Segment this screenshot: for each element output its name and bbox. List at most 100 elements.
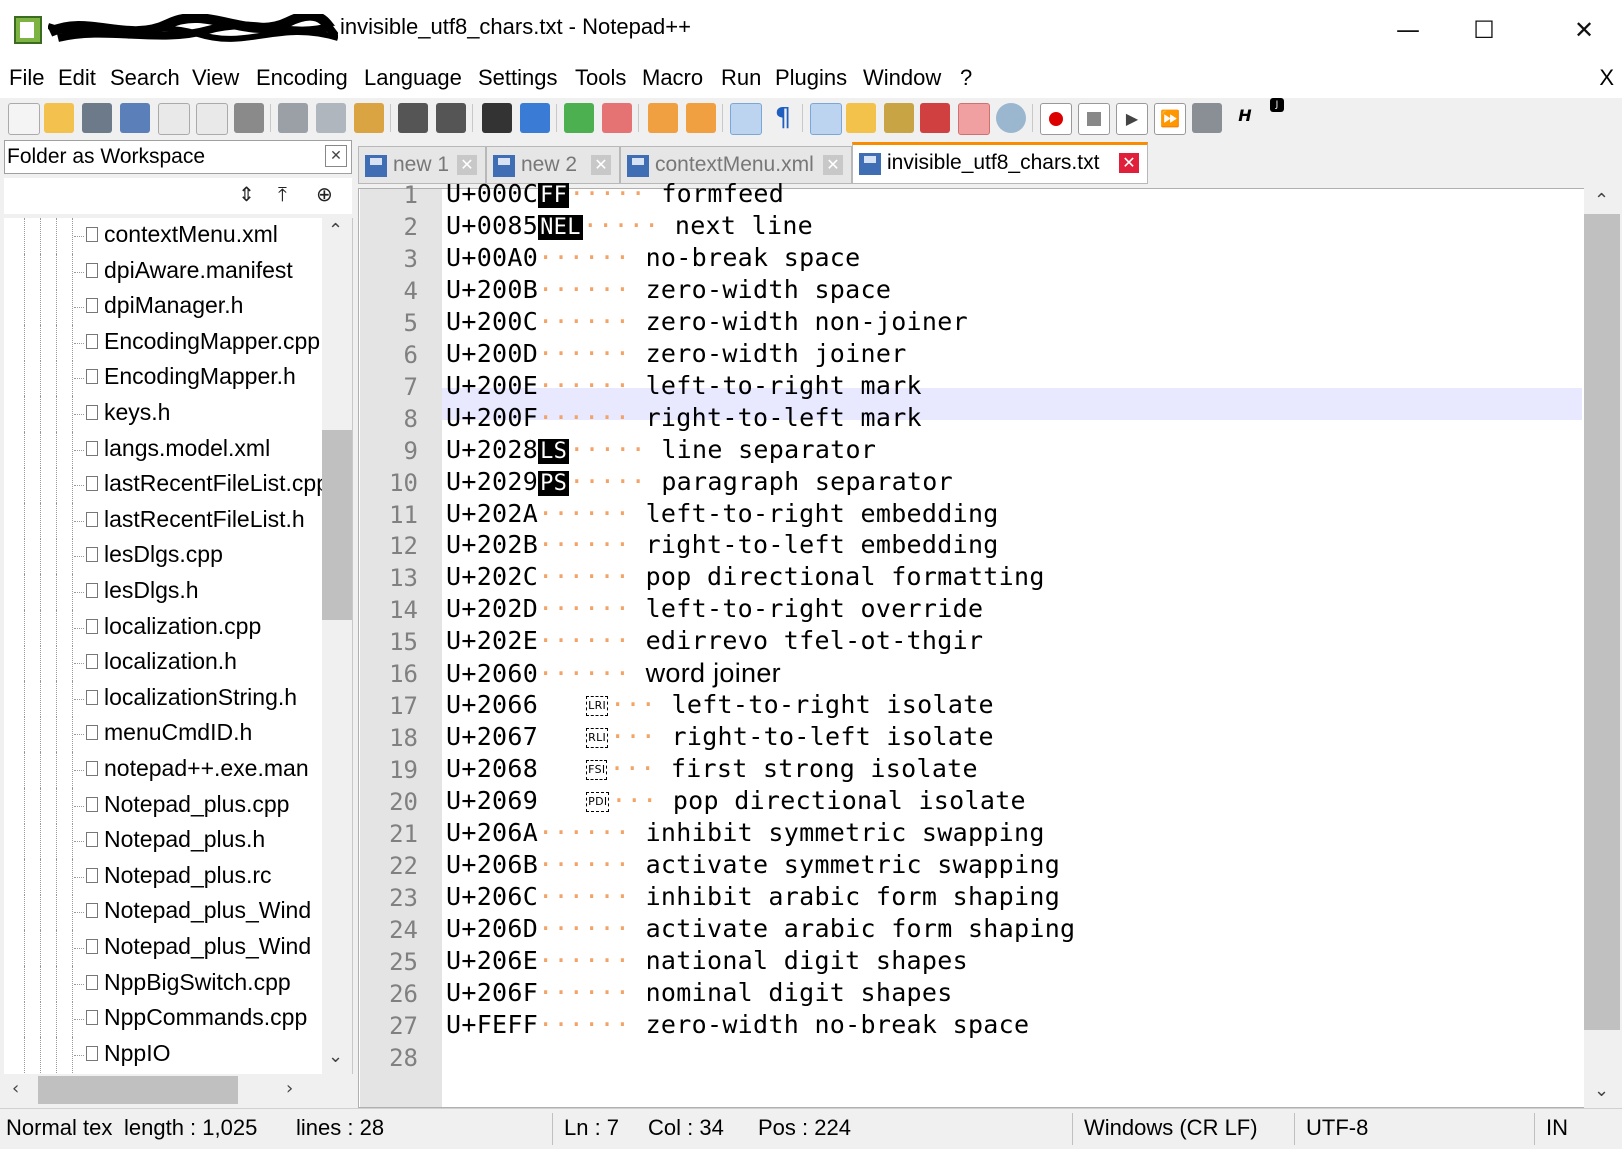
tree-file-item[interactable]: localization.cpp	[4, 609, 324, 646]
stop-macro-icon[interactable]	[1078, 103, 1110, 135]
save-all-icon[interactable]	[120, 103, 150, 133]
close-icon[interactable]	[158, 103, 190, 135]
menu-macro[interactable]: Macro	[642, 65, 703, 91]
tree-file-item[interactable]: NppCommands.cpp	[4, 1001, 324, 1038]
tree-horizontal-scroll-thumb[interactable]	[38, 1076, 238, 1104]
tree-file-item[interactable]: dpiAware.manifest	[4, 253, 324, 290]
scroll-up-arrow-icon[interactable]: ⌃	[1594, 190, 1609, 211]
panel-close-button[interactable]: ✕	[325, 145, 347, 167]
target-icon[interactable]: ⊕	[316, 182, 333, 206]
menu-run[interactable]: Run	[721, 65, 761, 91]
menu-tools[interactable]: Tools	[575, 65, 626, 91]
undo-icon[interactable]	[398, 103, 428, 133]
tree-file-label: NppIO	[104, 1039, 171, 1066]
copy-icon[interactable]	[316, 103, 346, 133]
menu-encoding[interactable]: Encoding	[256, 65, 348, 91]
scroll-down-arrow-icon[interactable]: ⌄	[1594, 1080, 1609, 1101]
collapse-all-icon[interactable]: ⤒	[278, 182, 287, 206]
tab-label: invisible_utf8_chars.txt	[887, 151, 1100, 174]
play-macro-icon[interactable]: ▶	[1116, 103, 1148, 135]
tab-close-icon[interactable]: ✕	[457, 155, 477, 175]
tree-vertical-scroll-thumb[interactable]	[322, 430, 352, 620]
tree-file-item[interactable]: EncodingMapper.h	[4, 360, 324, 397]
monitoring-eye-icon[interactable]	[996, 103, 1026, 133]
tree-file-item[interactable]: EncodingMapper.cpp	[4, 324, 324, 361]
menu-plugins[interactable]: Plugins	[775, 65, 847, 91]
editor-vertical-scroll-thumb[interactable]	[1584, 214, 1620, 1030]
tree-file-item[interactable]: Notepad_plus.h	[4, 823, 324, 860]
close-all-icon[interactable]	[196, 103, 228, 135]
replace-icon[interactable]	[520, 103, 550, 133]
tree-file-item[interactable]: lesDlgs.cpp	[4, 538, 324, 575]
show-all-characters-icon[interactable]: ¶	[768, 103, 798, 133]
find-icon[interactable]	[482, 103, 512, 133]
tree-file-item[interactable]: dpiManager.h	[4, 289, 324, 326]
open-file-icon[interactable]	[44, 103, 74, 133]
tree-file-item[interactable]: Notepad_plus_Wind	[4, 894, 324, 931]
tree-file-label: NppBigSwitch.cpp	[104, 968, 291, 995]
tree-file-item[interactable]: NppBigSwitch.cpp	[4, 965, 324, 1002]
tab-invisible-utf8-chars[interactable]: invisible_utf8_chars.txt ✕	[852, 142, 1148, 184]
locate-current-file-icon[interactable]: ⇕	[238, 182, 255, 206]
tree-file-item[interactable]: Notepad_plus.rc	[4, 858, 324, 895]
maximize-button[interactable]: ☐	[1446, 0, 1522, 60]
folder-workspace-icon[interactable]	[920, 103, 950, 133]
document-map-icon[interactable]	[846, 103, 876, 133]
menu-language[interactable]: Language	[364, 65, 462, 91]
tab-close-icon[interactable]: ✕	[1119, 153, 1139, 173]
menu-search[interactable]: Search	[110, 65, 180, 91]
minimize-button[interactable]: —	[1370, 0, 1446, 60]
tree-file-item[interactable]: localizationString.h	[4, 680, 324, 717]
plugin-h-icon[interactable]: H	[1230, 103, 1260, 133]
tree-file-item[interactable]: langs.model.xml	[4, 431, 324, 468]
tree-file-item[interactable]: localization.h	[4, 645, 324, 682]
tree-file-item[interactable]: Notepad_plus.cpp	[4, 787, 324, 824]
sync-horizontal-icon[interactable]	[686, 103, 716, 133]
menu-help[interactable]: ?	[960, 65, 972, 91]
scroll-down-arrow-icon[interactable]: ⌄	[328, 1046, 343, 1067]
zoom-in-icon[interactable]	[564, 103, 594, 133]
tree-file-item[interactable]: lastRecentFileList.cpp	[4, 467, 329, 504]
tree-file-item[interactable]: NppIO	[4, 1036, 324, 1073]
function-list-icon[interactable]	[884, 103, 914, 133]
tree-file-item[interactable]: contextMenu.xml	[4, 218, 324, 254]
close-window-button[interactable]: ✕	[1546, 0, 1622, 60]
menu-file[interactable]: File	[9, 65, 44, 91]
menu-view[interactable]: View	[192, 65, 239, 91]
record-macro-icon[interactable]	[1040, 103, 1072, 135]
project-panel-icon[interactable]	[958, 103, 990, 135]
status-eol[interactable]: Windows (CR LF)	[1084, 1115, 1258, 1141]
menu-settings[interactable]: Settings	[478, 65, 558, 91]
indent-guide-icon[interactable]	[810, 103, 842, 135]
scroll-right-arrow-icon[interactable]: ›	[286, 1078, 293, 1099]
scroll-up-arrow-icon[interactable]: ⌃	[328, 220, 343, 241]
tree-vertical-scrollbar[interactable]: ⌃ ⌄	[322, 218, 352, 1074]
word-wrap-icon[interactable]	[730, 103, 762, 135]
zoom-out-icon[interactable]	[602, 103, 632, 133]
tree-file-item[interactable]: lastRecentFileList.h	[4, 502, 324, 539]
cut-icon[interactable]	[278, 103, 308, 133]
code-point: U+0085	[446, 210, 539, 240]
save-macro-icon[interactable]	[1192, 103, 1222, 133]
tree-file-item[interactable]: menuCmdID.h	[4, 716, 324, 753]
tab-close-icon[interactable]: ✕	[591, 155, 611, 175]
sync-vertical-icon[interactable]	[648, 103, 678, 133]
tree-file-item[interactable]: Notepad_plus_Wind	[4, 930, 324, 966]
status-column: Col : 34	[648, 1115, 724, 1140]
run-macro-multiple-icon[interactable]: ⏩	[1154, 103, 1186, 135]
status-encoding[interactable]: UTF-8	[1306, 1115, 1368, 1141]
plugin-j-icon[interactable]: J	[1270, 98, 1284, 112]
tree-file-item[interactable]: keys.h	[4, 396, 324, 432]
tab-close-icon[interactable]: ✕	[823, 155, 843, 175]
print-icon[interactable]	[234, 103, 264, 133]
scroll-left-arrow-icon[interactable]: ‹	[12, 1078, 19, 1099]
redo-icon[interactable]	[436, 103, 466, 133]
menu-edit[interactable]: Edit	[58, 65, 96, 91]
paste-icon[interactable]	[354, 103, 384, 133]
save-icon[interactable]	[82, 103, 112, 133]
close-document-button[interactable]: X	[1599, 65, 1614, 91]
tree-file-item[interactable]: notepad++.exe.man	[4, 752, 324, 788]
menu-window[interactable]: Window	[863, 65, 941, 91]
tree-file-item[interactable]: lesDlgs.h	[4, 574, 324, 610]
new-file-icon[interactable]	[8, 103, 40, 135]
